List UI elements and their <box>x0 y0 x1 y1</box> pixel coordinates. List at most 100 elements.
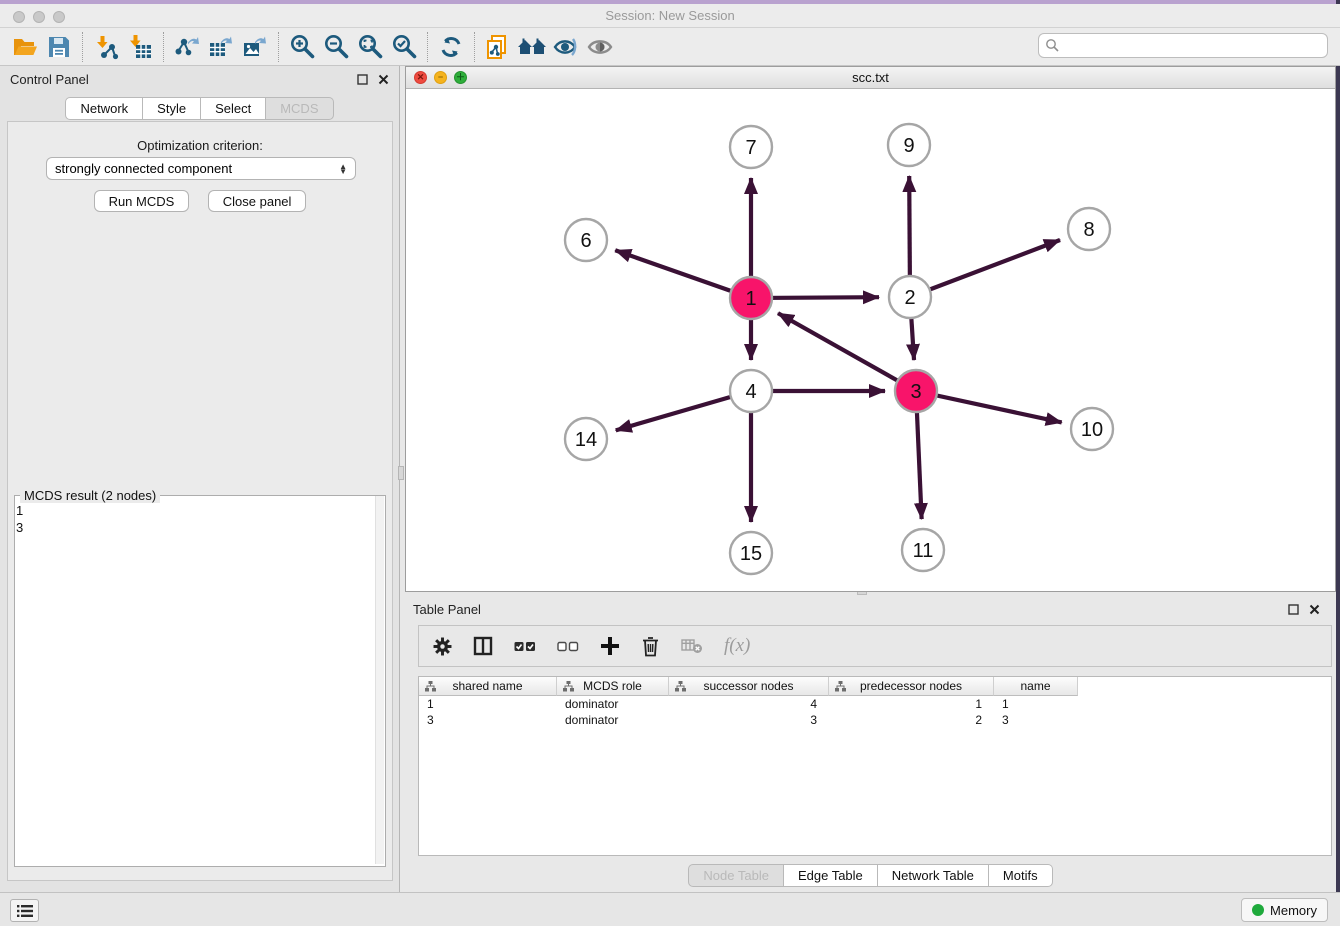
table-row[interactable]: 1 dominator 4 1 1 <box>419 696 1331 712</box>
zoom-window-button[interactable] <box>53 11 65 23</box>
attribute-icon <box>675 681 686 692</box>
search-input[interactable] <box>1060 35 1327 56</box>
cell-successor-nodes[interactable]: 4 <box>669 696 829 712</box>
column-header-successor-nodes[interactable]: successor nodes <box>669 677 829 696</box>
graph-node-label-2: 2 <box>904 287 915 309</box>
first-neighbors-icon[interactable] <box>515 31 549 63</box>
refresh-layout-icon[interactable] <box>434 31 468 63</box>
frame-close-icon[interactable]: ✕ <box>414 71 427 84</box>
save-session-icon[interactable] <box>42 31 76 63</box>
graph-node-label-4: 4 <box>745 381 756 403</box>
close-panel-button[interactable]: Close panel <box>208 190 307 212</box>
cell-successor-nodes[interactable]: 3 <box>669 712 829 728</box>
close-window-button[interactable] <box>13 11 25 23</box>
graph-edge-3-1[interactable] <box>778 313 916 391</box>
tab-select[interactable]: Select <box>201 97 266 120</box>
toolbar-separator <box>474 32 475 62</box>
tab-mcds[interactable]: MCDS <box>266 97 333 120</box>
search-field[interactable] <box>1038 33 1328 58</box>
tab-edge-table[interactable]: Edge Table <box>784 864 878 887</box>
zoom-out-icon[interactable] <box>319 31 353 63</box>
table-row[interactable]: 3 dominator 3 2 3 <box>419 712 1331 728</box>
graph-node-label-7: 7 <box>745 137 756 159</box>
column-header-shared-name[interactable]: shared name <box>419 677 557 696</box>
column-header-name[interactable]: name <box>994 677 1078 696</box>
mcds-result-text[interactable]: 1 3 <box>16 502 374 858</box>
cell-mcds-role[interactable]: dominator <box>557 712 669 728</box>
hide-selected-icon[interactable] <box>549 31 583 63</box>
memory-status-icon <box>1252 904 1264 916</box>
graph-edge-3-10[interactable] <box>916 391 1062 422</box>
minimize-window-button[interactable] <box>33 11 45 23</box>
control-panel-header: Control Panel <box>0 66 399 92</box>
duplicate-network-icon[interactable] <box>481 31 515 63</box>
toolbar-separator <box>82 32 83 62</box>
vertical-splitter-grip[interactable] <box>398 466 404 480</box>
export-network-icon[interactable] <box>170 31 204 63</box>
close-panel-icon[interactable] <box>378 74 389 85</box>
graph-edge-2-8[interactable] <box>910 240 1060 297</box>
column-header-mcds-role[interactable]: MCDS role <box>557 677 669 696</box>
toolbar-separator <box>163 32 164 62</box>
dropdown-arrows-icon: ▲▼ <box>339 164 347 174</box>
titlebar: Session: New Session <box>0 4 1340 28</box>
cell-shared-name[interactable]: 3 <box>419 712 557 728</box>
search-icon <box>1045 38 1060 53</box>
table-header-row: shared name MCDS role successor nodes pr… <box>419 677 1331 696</box>
result-scrollbar[interactable] <box>375 496 384 864</box>
graph-node-label-3: 3 <box>910 381 921 403</box>
table-panel-header: Table Panel <box>405 596 1336 622</box>
cell-name[interactable]: 3 <box>994 712 1078 728</box>
run-mcds-button[interactable]: Run MCDS <box>94 190 190 212</box>
cell-shared-name[interactable]: 1 <box>419 696 557 712</box>
zoom-fit-icon[interactable] <box>353 31 387 63</box>
network-canvas[interactable]: 1234678910111415 <box>406 89 1335 591</box>
network-window-title: scc.txt <box>406 67 1335 88</box>
add-row-icon[interactable] <box>600 636 620 656</box>
delete-row-icon[interactable] <box>641 636 660 657</box>
background-window-edge-right <box>1336 0 1340 926</box>
column-header-predecessor-nodes[interactable]: predecessor nodes <box>829 677 994 696</box>
criterion-dropdown[interactable]: strongly connected component ▲▼ <box>46 157 356 180</box>
cell-mcds-role[interactable]: dominator <box>557 696 669 712</box>
attribute-icon <box>563 681 574 692</box>
cell-predecessor-nodes[interactable]: 2 <box>829 712 994 728</box>
float-panel-icon[interactable] <box>357 74 368 85</box>
cell-predecessor-nodes[interactable]: 1 <box>829 696 994 712</box>
show-columns-icon[interactable] <box>473 636 493 656</box>
attribute-icon <box>425 681 436 692</box>
status-bar: Memory <box>0 892 1340 926</box>
deselect-all-checkboxes-icon[interactable] <box>557 639 579 653</box>
tab-network-table[interactable]: Network Table <box>878 864 989 887</box>
tab-node-table[interactable]: Node Table <box>688 864 784 887</box>
table-toolbar: f(x) <box>418 625 1332 667</box>
tab-network[interactable]: Network <box>65 97 143 120</box>
function-builder-icon[interactable]: f(x) <box>724 635 750 657</box>
show-all-icon[interactable] <box>583 31 617 63</box>
import-table-icon[interactable] <box>123 31 157 63</box>
memory-button[interactable]: Memory <box>1241 898 1328 922</box>
table-panel: Table Panel f(x) shared name MCDS role s… <box>405 596 1336 886</box>
zoom-in-icon[interactable] <box>285 31 319 63</box>
tab-style[interactable]: Style <box>143 97 201 120</box>
frame-minimize-icon[interactable]: − <box>434 71 447 84</box>
zoom-selected-icon[interactable] <box>387 31 421 63</box>
network-window-titlebar[interactable]: ✕ − ＋ scc.txt <box>406 67 1335 89</box>
open-session-icon[interactable] <box>8 31 42 63</box>
task-history-button[interactable] <box>10 899 39 922</box>
import-network-icon[interactable] <box>89 31 123 63</box>
node-table[interactable]: shared name MCDS role successor nodes pr… <box>418 676 1332 856</box>
cell-name[interactable]: 1 <box>994 696 1078 712</box>
select-all-checkboxes-icon[interactable] <box>514 639 536 653</box>
table-settings-icon[interactable] <box>433 637 452 656</box>
export-table-icon[interactable] <box>204 31 238 63</box>
network-view-window: ✕ − ＋ scc.txt 1234678910111415 <box>405 66 1336 592</box>
tab-motifs[interactable]: Motifs <box>989 864 1053 887</box>
close-panel-icon[interactable] <box>1309 604 1320 615</box>
float-panel-icon[interactable] <box>1288 604 1299 615</box>
graph-node-label-10: 10 <box>1081 419 1103 441</box>
list-icon <box>17 904 33 918</box>
frame-maximize-icon[interactable]: ＋ <box>454 71 467 84</box>
export-image-icon[interactable] <box>238 31 272 63</box>
delete-table-icon[interactable] <box>681 638 703 654</box>
